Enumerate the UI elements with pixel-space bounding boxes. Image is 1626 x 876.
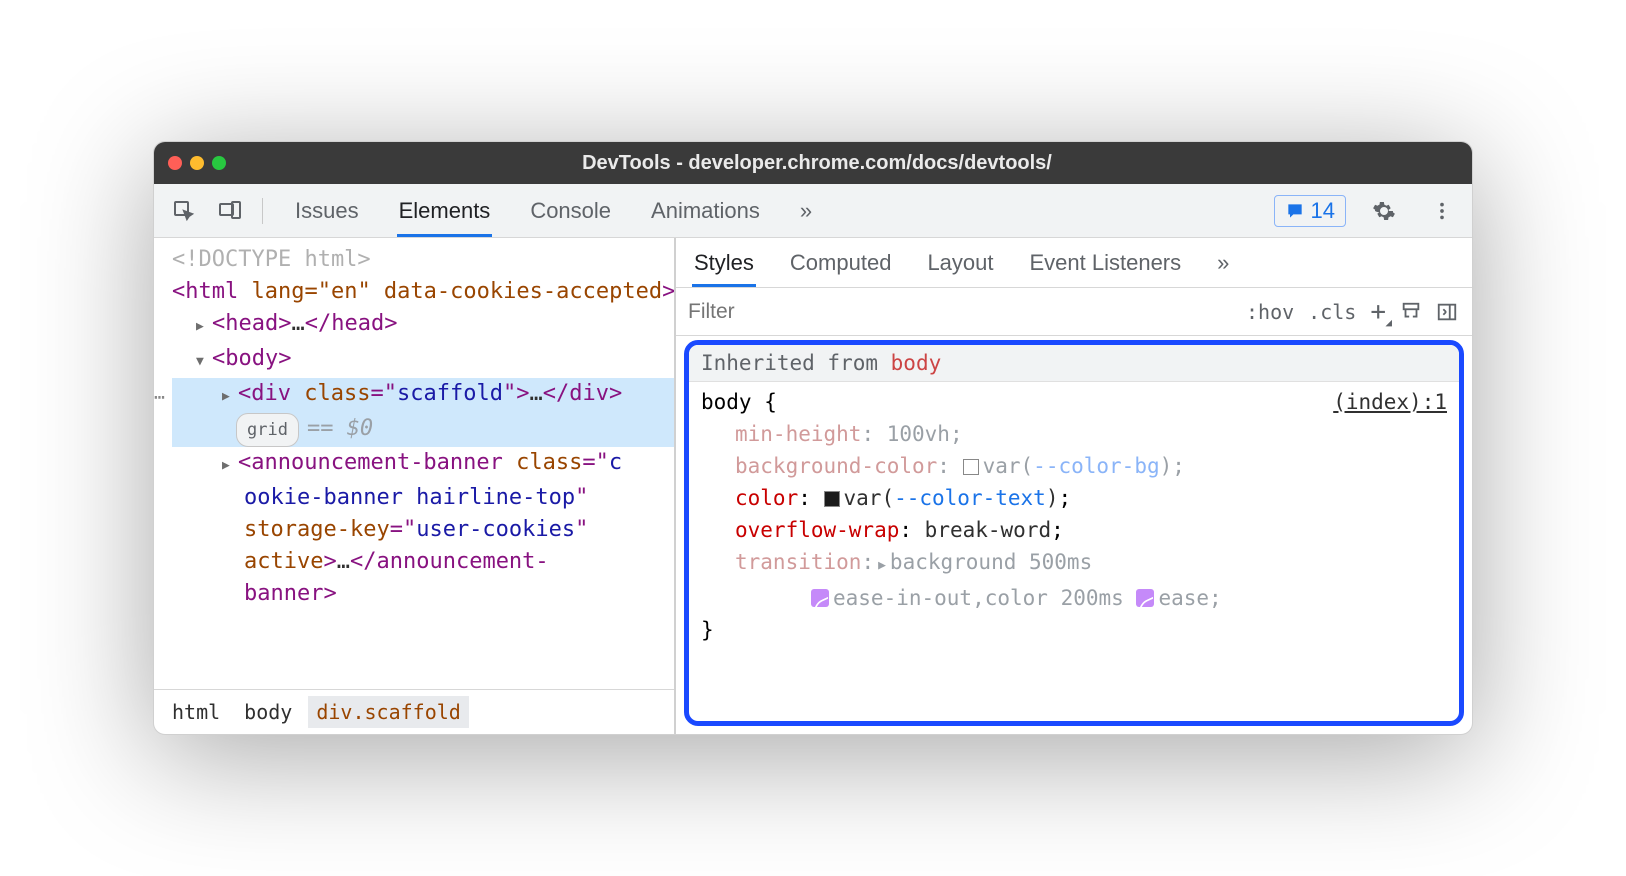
inherited-rule-highlight: Inherited from body body { (index):1 min… <box>684 340 1464 726</box>
tab-computed[interactable]: Computed <box>788 238 894 287</box>
style-rule[interactable]: body { (index):1 min-height: 100vh; back… <box>689 382 1459 654</box>
prop-transition[interactable]: transition:▶background 500ms <box>701 546 1447 582</box>
main-tabs: Issues Elements Console Animations » <box>275 184 1268 237</box>
tab-console[interactable]: Console <box>528 184 613 237</box>
expand-icon[interactable]: ▶ <box>222 381 236 413</box>
toggle-sidebar-icon[interactable] <box>1436 301 1458 323</box>
devtools-window: DevTools - developer.chrome.com/docs/dev… <box>153 141 1473 735</box>
device-toolbar-icon[interactable] <box>210 191 250 231</box>
maximize-window-icon[interactable] <box>212 156 226 170</box>
more-menu-icon[interactable] <box>1422 191 1462 231</box>
tab-elements[interactable]: Elements <box>397 184 493 237</box>
issues-count: 14 <box>1311 198 1335 224</box>
equals-dollar-zero: == $0 <box>307 416 373 441</box>
styles-tabs-overflow-icon[interactable]: » <box>1215 238 1231 287</box>
hov-toggle[interactable]: :hov <box>1246 300 1294 324</box>
main-toolbar: Issues Elements Console Animations » 14 <box>154 184 1472 238</box>
inspect-element-icon[interactable] <box>164 191 204 231</box>
dom-tree[interactable]: <!DOCTYPE html> <html lang="en" data-coo… <box>154 238 674 689</box>
window-title: DevTools - developer.chrome.com/docs/dev… <box>226 152 1408 175</box>
prop-transition-line2[interactable]: ease-in-out,color 200ms ease; <box>701 582 1447 614</box>
traffic-lights <box>168 156 226 170</box>
breadcrumb: html body div.scaffold <box>154 689 674 734</box>
inherited-from-element[interactable]: body <box>891 351 942 375</box>
tabs-overflow-icon[interactable]: » <box>798 184 814 237</box>
selector[interactable]: body { <box>701 386 777 418</box>
breadcrumb-body[interactable]: body <box>236 696 300 728</box>
computed-styles-icon[interactable] <box>1400 301 1422 323</box>
settings-icon[interactable] <box>1364 191 1404 231</box>
collapse-icon[interactable]: ▼ <box>196 346 210 378</box>
expand-shorthand-icon[interactable]: ▶ <box>878 550 886 582</box>
tab-animations[interactable]: Animations <box>649 184 762 237</box>
grid-badge[interactable]: grid <box>236 413 299 447</box>
selected-node[interactable]: ⋯ ▶<div class="scaffold">…</div> grid== … <box>172 378 674 447</box>
divider <box>262 198 263 224</box>
tab-issues[interactable]: Issues <box>293 184 361 237</box>
cls-toggle[interactable]: .cls <box>1308 300 1356 324</box>
easing-icon[interactable] <box>811 589 829 607</box>
tab-styles[interactable]: Styles <box>692 238 756 287</box>
styles-tabs: Styles Computed Layout Event Listeners » <box>676 238 1472 288</box>
prop-overflow-wrap[interactable]: overflow-wrap: break-word; <box>701 514 1447 546</box>
rule-close: } <box>701 614 1447 646</box>
source-link[interactable]: (index):1 <box>1333 386 1447 418</box>
titlebar: DevTools - developer.chrome.com/docs/dev… <box>154 142 1472 184</box>
head-node[interactable]: <head> <box>212 311 291 336</box>
minimize-window-icon[interactable] <box>190 156 204 170</box>
prop-min-height[interactable]: min-height: 100vh; <box>701 418 1447 450</box>
body-node[interactable]: <body> <box>212 346 291 371</box>
tab-layout[interactable]: Layout <box>925 238 995 287</box>
styles-pane: Styles Computed Layout Event Listeners »… <box>676 238 1472 734</box>
breadcrumb-html[interactable]: html <box>164 696 228 728</box>
breadcrumb-selected[interactable]: div.scaffold <box>308 696 469 728</box>
tab-event-listeners[interactable]: Event Listeners <box>1028 238 1184 287</box>
close-window-icon[interactable] <box>168 156 182 170</box>
inherited-from-header: Inherited from body <box>689 345 1459 382</box>
elements-tree-pane: <!DOCTYPE html> <html lang="en" data-coo… <box>154 238 676 734</box>
speech-bubble-icon <box>1285 201 1305 221</box>
easing-icon[interactable] <box>1136 589 1154 607</box>
expand-icon[interactable]: ▶ <box>222 450 236 482</box>
issues-badge[interactable]: 14 <box>1274 195 1346 227</box>
prop-background-color[interactable]: background-color: var(--color-bg); <box>701 450 1447 482</box>
prop-color[interactable]: color: var(--color-text); <box>701 482 1447 514</box>
styles-filter-row: :hov .cls +◢ <box>676 288 1472 336</box>
doctype-node[interactable]: <!DOCTYPE html> <box>172 247 371 272</box>
ellipsis-icon[interactable]: ⋯ <box>154 382 165 414</box>
expand-icon[interactable]: ▶ <box>196 311 210 343</box>
color-swatch-icon[interactable] <box>963 459 979 475</box>
color-swatch-icon[interactable] <box>824 491 840 507</box>
styles-filter-input[interactable] <box>676 300 1232 324</box>
new-style-rule-icon[interactable]: +◢ <box>1370 297 1386 327</box>
